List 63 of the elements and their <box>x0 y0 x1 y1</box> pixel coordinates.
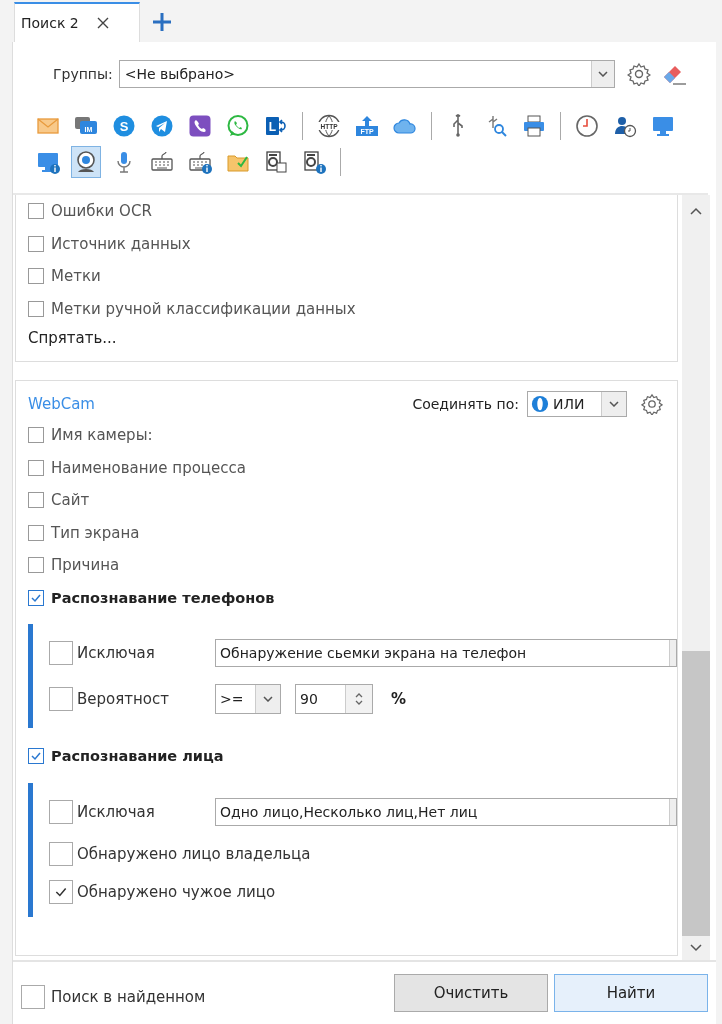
groups-dropdown[interactable]: <Не выбрано> <box>118 60 615 88</box>
checkbox[interactable] <box>28 748 44 765</box>
checkbox-label: Поиск в найденном <box>51 988 206 1006</box>
settings-icon[interactable] <box>626 62 651 86</box>
checkbox[interactable] <box>28 459 44 476</box>
value-dropdown[interactable]: Обнаружение сьемки экрана на телефон <box>215 639 677 667</box>
checkbox-label: Сайт <box>51 491 90 510</box>
join-label: Соединять по: <box>412 396 519 412</box>
checkbox-label: Метки ручной классификации данных <box>51 299 356 318</box>
unit-label: % <box>391 690 407 708</box>
checkbox[interactable] <box>21 985 45 1009</box>
checkbox[interactable] <box>28 235 44 252</box>
scroll-up-icon[interactable] <box>690 207 702 215</box>
checkbox[interactable] <box>28 524 44 541</box>
search-tab[interactable]: Поиск 2 <box>14 2 140 42</box>
add-tab-icon[interactable] <box>152 12 172 32</box>
checkbox-label: Наименование процесса <box>51 458 246 477</box>
checkbox-label: Исключая <box>77 644 156 662</box>
checkbox[interactable] <box>49 687 73 711</box>
close-icon[interactable] <box>96 17 109 29</box>
checkbox[interactable] <box>28 557 44 574</box>
checkbox[interactable] <box>28 589 44 606</box>
scroll-thumb[interactable] <box>682 651 710 936</box>
chevron-down-icon <box>609 401 619 407</box>
checkbox-label: Тип экрана <box>51 523 140 542</box>
checkbox[interactable] <box>28 268 44 285</box>
clear-button[interactable]: Очистить <box>394 974 548 1012</box>
webcam-icon[interactable] <box>71 146 101 178</box>
checkbox-label: Обнаружено лицо владельца <box>77 844 311 863</box>
operator-dropdown[interactable]: >= <box>215 684 281 714</box>
find-button[interactable]: Найти <box>554 974 708 1012</box>
checkbox-label: Источник данных <box>51 234 191 253</box>
settings-icon[interactable] <box>641 393 663 415</box>
checkbox[interactable] <box>49 841 73 866</box>
scroll-down-icon[interactable] <box>690 944 702 952</box>
up-down-icon <box>355 692 363 706</box>
checkbox-label: Распознавание телефонов <box>51 589 275 606</box>
checkbox-label: Ошибки OCR <box>51 202 152 221</box>
checkbox[interactable] <box>28 300 44 317</box>
join-dropdown[interactable]: ИЛИ <box>527 391 627 417</box>
checkbox[interactable] <box>28 427 44 444</box>
checkbox-label: Вероятност <box>77 690 170 708</box>
checkbox-label: Исключая <box>77 802 156 821</box>
number-spinner[interactable]: 90 <box>295 684 373 714</box>
hide-link[interactable]: Спрятать... <box>28 325 117 351</box>
checkbox-label: Обнаружено чужое лицо <box>77 882 276 901</box>
chevron-down-icon <box>263 696 273 702</box>
checkbox[interactable] <box>49 799 73 824</box>
groups-label: Группы: <box>53 66 113 82</box>
checkbox-label: Распознавание лица <box>51 748 224 765</box>
checkbox-label: Метки <box>51 267 101 286</box>
scrollbar[interactable] <box>682 195 710 960</box>
checkbox[interactable] <box>49 879 73 904</box>
checkbox[interactable] <box>49 641 73 665</box>
check-icon <box>30 750 42 763</box>
checkbox[interactable] <box>28 492 44 509</box>
checkbox-label: Имя камеры: <box>51 426 153 445</box>
value-dropdown[interactable]: Одно лицо,Несколько лиц,Нет лиц <box>215 797 677 826</box>
intersect-icon <box>531 395 549 413</box>
checkbox[interactable] <box>28 203 44 220</box>
checkbox-label: Причина <box>51 556 120 575</box>
section-title: WebCam <box>28 395 96 413</box>
chevron-down-icon <box>597 71 608 77</box>
